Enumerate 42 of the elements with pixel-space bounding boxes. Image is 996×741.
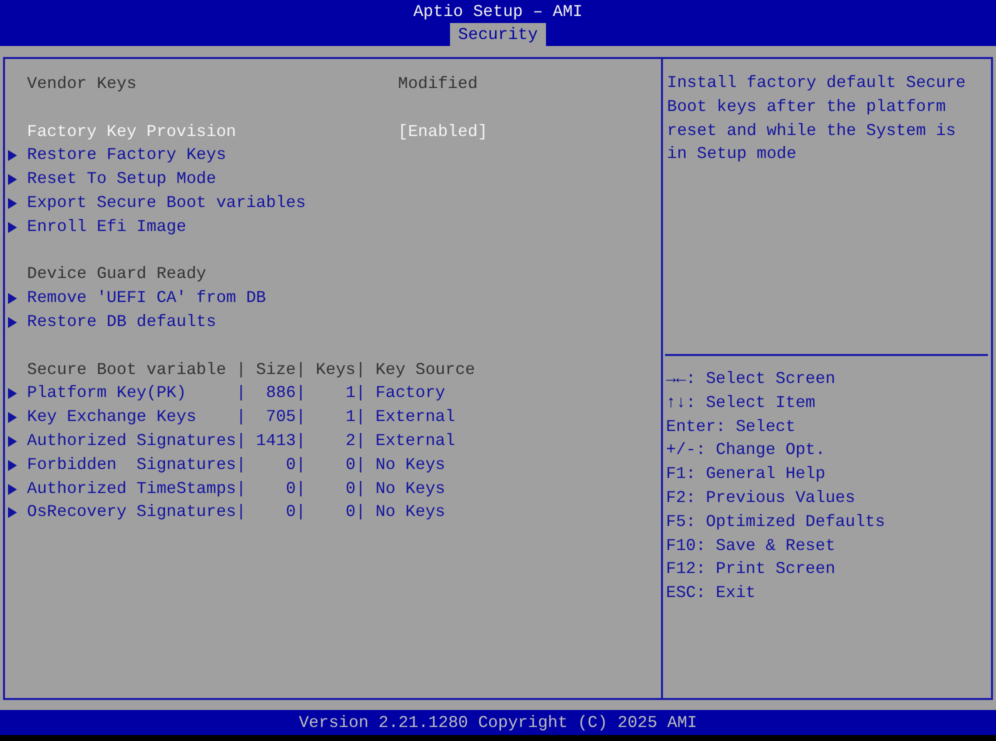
submenu-item[interactable]: Reset To Setup Mode — [27, 167, 216, 191]
key-hint: F5: Optimized Defaults — [666, 510, 886, 533]
key-hint: Enter: Select — [666, 416, 796, 438]
triangle-icon — [8, 174, 17, 186]
key-hint: F2: Previous Values — [666, 486, 856, 509]
triangle-icon — [8, 460, 17, 471]
key-hint: ESC: Exit — [666, 582, 756, 604]
key-hint: F12: Print Screen — [666, 558, 836, 580]
submenu-item[interactable]: Enroll Efi Image — [27, 214, 186, 239]
key-hint: F1: General Help — [666, 463, 826, 486]
window-title: Aptio Setup – AMI — [413, 1, 583, 23]
submenu-item[interactable]: Export Secure Boot variables — [27, 190, 306, 215]
submenu-item[interactable]: Restore Factory Keys — [27, 143, 226, 168]
submenu-item[interactable]: OsRecovery Signatures| 0| 0| No Keys — [27, 500, 446, 524]
key-hint: F10: Save & Reset — [666, 534, 836, 557]
triangle-icon — [8, 222, 17, 233]
key-hint: →←: Select Screen — [666, 368, 836, 390]
menu-tab[interactable]: Security — [450, 23, 546, 46]
triangle-icon — [8, 316, 17, 328]
submenu-item[interactable]: Remove 'UEFI CA' from DB — [27, 286, 266, 310]
triangle-icon — [8, 388, 17, 400]
submenu-item[interactable]: Forbidden Signatures| 0| 0| No Keys — [27, 452, 446, 477]
info-label: Device Guard Ready — [27, 263, 206, 286]
triangle-icon — [8, 507, 17, 518]
submenu-item[interactable]: Platform Key(PK) | 886| 1| Factory — [27, 381, 446, 406]
version-text: Version 2.21.1280 Copyright (C) 2025 AMI — [298, 713, 698, 732]
triangle-icon — [8, 198, 17, 209]
submenu-item[interactable]: Key Exchange Keys | 705| 1| External — [27, 405, 456, 429]
submenu-item[interactable]: Authorized TimeStamps| 0| 0| No Keys — [27, 476, 446, 500]
triangle-icon — [8, 436, 17, 447]
triangle-icon — [8, 293, 17, 304]
help-description: Install factory default Secure Boot keys after the platform reset and while the System is in Setup mode — [667, 72, 967, 166]
key-hint: ↑↓: Select Item — [666, 392, 816, 414]
triangle-icon — [8, 412, 17, 424]
info-label: Secure Boot variable | Size| Keys| Key Source — [27, 358, 476, 381]
submenu-item[interactable]: Restore DB defaults — [27, 310, 216, 334]
info-label: Vendor Keys — [27, 73, 137, 95]
triangle-icon — [8, 150, 17, 162]
key-hint: +/-: Change Opt. — [666, 439, 826, 462]
submenu-item[interactable]: Authorized Signatures| 1413| 2| External — [27, 428, 456, 453]
info-value: Modified — [398, 73, 478, 95]
triangle-icon — [8, 484, 17, 495]
